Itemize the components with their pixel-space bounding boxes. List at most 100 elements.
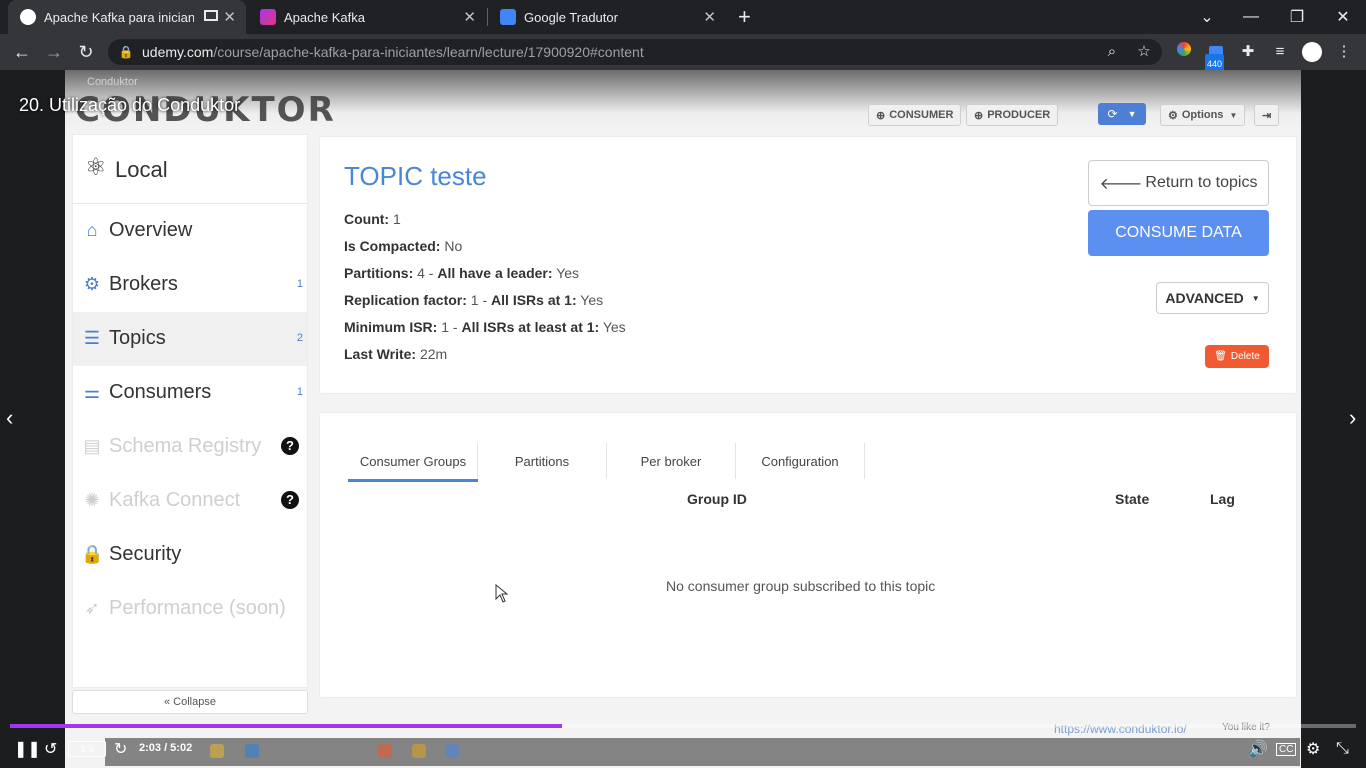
sidebar-item-count: 2 [296, 332, 303, 344]
tab-title: Apache Kafka para iniciantes [44, 9, 194, 25]
extensions-puzzle-icon[interactable]: ✚ [1238, 42, 1258, 62]
window-title: Conduktor [87, 76, 138, 88]
taskbar-app-icon [210, 744, 224, 758]
chevron-down-icon: ▼ [1229, 110, 1238, 120]
exit-fullscreen-icon[interactable]: ⤡ [1336, 739, 1349, 759]
lock-icon: 🔒 [81, 544, 104, 564]
column-header-lag[interactable]: Lag [1210, 491, 1235, 507]
kafka-cluster-icon: ⚛ [85, 154, 107, 181]
tab-title: Apache Kafka [284, 9, 365, 25]
forward-icon[interactable]: ↻ [114, 739, 127, 759]
producer-button[interactable]: ⊕ PRODUCER [966, 104, 1059, 126]
volume-icon[interactable]: 🔊 [1248, 739, 1268, 759]
browser-menu-icon[interactable]: ⋮ [1334, 42, 1354, 62]
captions-icon[interactable]: CC [1276, 739, 1297, 759]
advanced-dropdown[interactable]: ADVANCED ▼ [1156, 282, 1269, 314]
bookmark-star-icon[interactable]: ☆ [1134, 42, 1154, 62]
udemy-favicon-icon [20, 9, 36, 25]
gear-icon: ⚙ [1168, 109, 1178, 122]
browser-tab-kafka[interactable]: Apache Kafka ✕ [248, 0, 486, 34]
collapse-button[interactable]: « Collapse [72, 690, 308, 714]
mouse-cursor-icon [495, 584, 509, 603]
taskbar-app-icon [412, 744, 426, 758]
column-header-state[interactable]: State [1115, 491, 1149, 507]
cluster-name: Local [115, 157, 168, 182]
browser-tab-udemy[interactable]: Apache Kafka para iniciantes ✕ [8, 0, 246, 34]
tab-configuration[interactable]: Configuration [736, 443, 864, 479]
extension-badge-icon[interactable]: 440 [1205, 42, 1226, 74]
rewind-icon[interactable]: ↺ [44, 739, 57, 759]
close-tab-icon[interactable]: ✕ [223, 8, 236, 26]
sidebar-item-brokers[interactable]: ⚙ Brokers 1 [73, 258, 307, 312]
chevron-down-icon: ▼ [1251, 293, 1260, 303]
taskbar-app-icon [378, 744, 392, 758]
plus-circle-icon: ⊕ [876, 109, 886, 122]
url-text: udemy.com/course/apache-kafka-para-inici… [142, 44, 644, 60]
options-button[interactable]: ⚙ Options ▼ [1160, 104, 1246, 126]
consume-data-button[interactable]: CONSUME DATA [1088, 210, 1269, 256]
file-icon: ▤ [83, 436, 101, 456]
refresh-dropdown-button[interactable]: ⟳ ▼ [1098, 103, 1146, 125]
sidebar-item-kafka-connect[interactable]: ✺ Kafka Connect ? [73, 474, 307, 528]
return-to-topics-button[interactable]: 🡐 Return to topics [1088, 160, 1269, 206]
sidebar-item-count: 1 [296, 278, 303, 290]
question-circle-icon[interactable]: ? [281, 437, 299, 455]
browser-tab-bar: Apache Kafka para iniciantes ✕ Apache Ka… [0, 0, 1366, 34]
minimize-icon[interactable]: — [1228, 0, 1274, 34]
close-window-icon[interactable]: ✕ [1320, 0, 1366, 34]
topic-details-card: TOPIC teste Count: 1 Is Compacted: No Pa… [319, 136, 1297, 394]
previous-lecture-icon[interactable]: ‹ [6, 405, 13, 431]
browser-tab-translate[interactable]: Google Tradutor ✕ [488, 0, 726, 34]
forward-icon[interactable]: → [42, 42, 66, 62]
cluster-header[interactable]: ⚛ Local [73, 135, 307, 204]
sliders-icon: ⚌ [83, 382, 101, 402]
plus-circle-icon: ⊕ [974, 109, 984, 122]
sidebar-item-overview[interactable]: ⌂ Overview [73, 204, 307, 258]
pause-icon[interactable]: ❚❚ [14, 739, 41, 759]
reload-icon[interactable]: ↻ [74, 42, 98, 62]
taskbar-app-icon [445, 744, 459, 758]
topic-compacted: Is Compacted: No [344, 238, 463, 254]
picture-in-picture-icon[interactable] [204, 10, 218, 21]
recorded-taskbar [105, 738, 1300, 766]
tab-per-broker[interactable]: Per broker [607, 443, 735, 479]
consumer-button[interactable]: ⊕ CONSUMER [868, 104, 962, 126]
close-tab-icon[interactable]: ✕ [463, 8, 476, 26]
restore-icon[interactable]: ❐ [1274, 0, 1320, 34]
trash-icon: 🗑 [1214, 351, 1227, 362]
tab-consumer-groups[interactable]: Consumer Groups [348, 443, 478, 482]
extension-color-icon[interactable] [1174, 42, 1194, 62]
column-header-group-id[interactable]: Group ID [687, 491, 747, 507]
close-tab-icon[interactable]: ✕ [703, 8, 716, 26]
topic-tabs-card: Consumer Groups Partitions Per broker Co… [319, 412, 1297, 698]
logout-button[interactable]: ⇥ [1254, 104, 1280, 126]
back-icon[interactable]: ← [10, 42, 34, 62]
home-icon: ⌂ [86, 220, 98, 240]
zoom-search-icon[interactable]: ⌕ [1102, 42, 1122, 62]
question-circle-icon[interactable]: ? [281, 491, 299, 509]
topic-last-write: Last Write: 22m [344, 346, 448, 362]
playback-speed-button[interactable]: 1 x [68, 741, 106, 757]
profile-avatar[interactable] [1302, 42, 1322, 62]
google-translate-favicon-icon [500, 9, 516, 25]
delete-button[interactable]: 🗑 Delete [1205, 345, 1269, 368]
sidebar-item-schema-registry[interactable]: ▤ Schema Registry ? [73, 420, 307, 474]
connect-icon: ✺ [84, 490, 100, 510]
topic-partitions: Partitions: 4 - All have a leader: Yes [344, 265, 580, 281]
kafka-favicon-icon [260, 9, 276, 25]
sidebar-item-topics[interactable]: ☰ Topics 2 [73, 312, 307, 366]
sidebar-item-label: Security [109, 543, 182, 565]
next-lecture-icon[interactable]: › [1349, 405, 1356, 431]
tab-search-icon[interactable]: ⌄ [1184, 0, 1230, 34]
new-tab-button[interactable]: + [738, 4, 751, 30]
sidebar-item-security[interactable]: 🔒 Security [73, 528, 307, 582]
lock-icon: 🔒 [118, 45, 134, 59]
reading-list-icon[interactable]: ≡ [1270, 42, 1290, 62]
sign-out-icon: ⇥ [1262, 109, 1272, 122]
tab-divider [864, 443, 865, 479]
sidebar: ⚛ Local ⌂ Overview ⚙ Brokers 1 ☰ Topics … [72, 134, 308, 688]
settings-gear-icon[interactable]: ⚙ [1306, 739, 1320, 759]
sidebar-item-consumers[interactable]: ⚌ Consumers 1 [73, 366, 307, 420]
tab-partitions[interactable]: Partitions [478, 443, 606, 479]
sidebar-item-performance[interactable]: ➶ Performance (soon) [73, 582, 307, 636]
